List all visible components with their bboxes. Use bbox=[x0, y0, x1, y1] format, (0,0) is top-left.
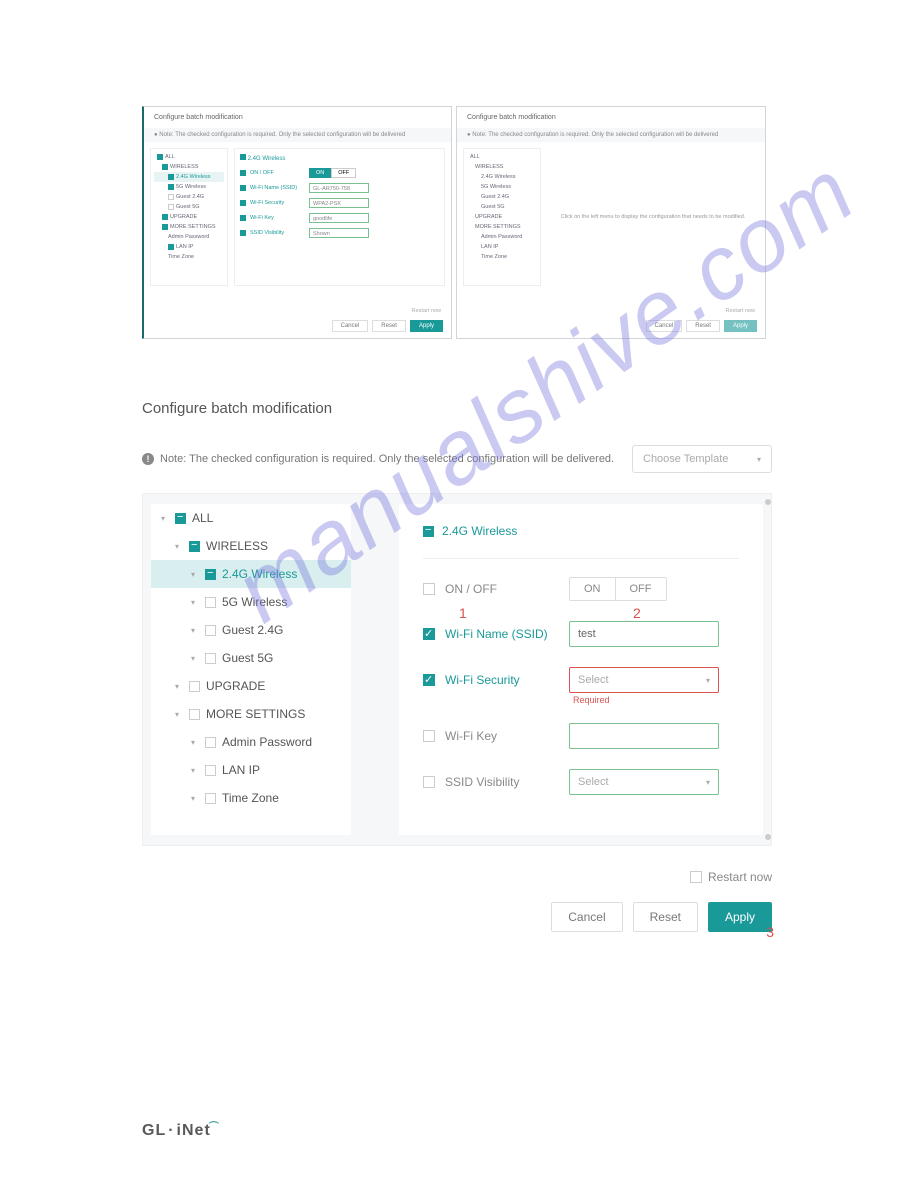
label-onoff: ON / OFF bbox=[445, 582, 565, 596]
chevron-down-icon: ▾ bbox=[757, 455, 761, 464]
checkbox-icon[interactable] bbox=[175, 513, 186, 524]
chevron-down-icon: ▾ bbox=[175, 682, 183, 691]
label-key: Wi-Fi Key bbox=[445, 729, 565, 743]
row-visibility: SSID Visibility Select ▾ bbox=[423, 769, 739, 795]
chevron-down-icon: ▾ bbox=[191, 626, 199, 635]
config-tree: ▾ALL ▾WIRELESS ▾2.4G Wireless ▾5G Wirele… bbox=[151, 504, 351, 835]
row-onoff: ON / OFF ON OFF bbox=[423, 577, 739, 601]
thumb-left-form: 2.4G Wireless ON / OFFONOFF Wi-Fi Name (… bbox=[234, 148, 445, 286]
thumb-right-title: Configure batch modification bbox=[457, 107, 765, 128]
tree-item-guest24[interactable]: ▾Guest 2.4G bbox=[151, 616, 351, 644]
tree-item-5g[interactable]: ▾5G Wireless bbox=[151, 588, 351, 616]
checkbox-restart[interactable] bbox=[690, 871, 702, 883]
tree-item-tz[interactable]: ▾Time Zone bbox=[151, 784, 351, 812]
tree-item-upgrade[interactable]: ▾UPGRADE bbox=[151, 672, 351, 700]
checkbox-icon[interactable] bbox=[189, 541, 200, 552]
chevron-down-icon: ▾ bbox=[191, 794, 199, 803]
annotation-2: 2 bbox=[633, 605, 641, 621]
checkbox-icon[interactable] bbox=[205, 625, 216, 636]
chevron-down-icon: ▾ bbox=[191, 738, 199, 747]
chevron-down-icon: ▾ bbox=[175, 710, 183, 719]
chevron-down-icon: ▾ bbox=[191, 766, 199, 775]
tree-item-wireless[interactable]: ▾WIRELESS bbox=[151, 532, 351, 560]
tree-item-guest5[interactable]: ▾Guest 5G bbox=[151, 644, 351, 672]
toggle-onoff[interactable]: ON OFF bbox=[569, 577, 667, 601]
chevron-down-icon: ▾ bbox=[706, 676, 710, 685]
tree-item-more[interactable]: ▾MORE SETTINGS bbox=[151, 700, 351, 728]
brand-logo: GL·iNet⏜ bbox=[142, 1122, 219, 1140]
thumb-right: Configure batch modification ● Note: The… bbox=[456, 106, 766, 339]
thumb-left-note: ● Note: The checked configuration is req… bbox=[144, 128, 451, 142]
toggle-on[interactable]: ON bbox=[570, 578, 615, 600]
row-security: Wi-Fi Security Select ▾ Required bbox=[423, 667, 739, 693]
checkbox-icon[interactable] bbox=[205, 737, 216, 748]
checkbox-icon[interactable] bbox=[205, 793, 216, 804]
toggle-off[interactable]: OFF bbox=[615, 578, 666, 600]
scroll-bottom-icon[interactable] bbox=[765, 834, 771, 840]
select-security[interactable]: Select ▾ bbox=[569, 667, 719, 693]
chevron-down-icon: ▾ bbox=[161, 514, 169, 523]
thumb-left-tree: ALL WIRELESS 2.4G Wireless 5G Wireless G… bbox=[150, 148, 228, 286]
input-key[interactable] bbox=[569, 723, 719, 749]
row-key: Wi-Fi Key bbox=[423, 723, 739, 749]
checkbox-onoff[interactable] bbox=[423, 583, 435, 595]
chevron-down-icon: ▾ bbox=[191, 570, 199, 579]
cancel-button[interactable]: Cancel bbox=[551, 902, 622, 932]
info-icon: ! bbox=[142, 453, 154, 465]
checkbox-security[interactable] bbox=[423, 674, 435, 686]
main-panel: Configure batch modification ! Note: The… bbox=[142, 400, 772, 932]
chevron-down-icon: ▾ bbox=[175, 542, 183, 551]
note-text: ! Note: The checked configuration is req… bbox=[142, 453, 614, 465]
checkbox-icon[interactable] bbox=[205, 765, 216, 776]
checkbox-icon[interactable] bbox=[189, 709, 200, 720]
checkbox-icon[interactable] bbox=[205, 569, 216, 580]
checkbox-visibility[interactable] bbox=[423, 776, 435, 788]
thumb-left: Configure batch modification ● Note: The… bbox=[142, 106, 452, 339]
chevron-down-icon: ▾ bbox=[706, 778, 710, 787]
choose-template-select[interactable]: Choose Template ▾ bbox=[632, 445, 772, 473]
required-message: Required bbox=[573, 695, 610, 705]
label-visibility: SSID Visibility bbox=[445, 775, 565, 789]
label-security: Wi-Fi Security bbox=[445, 673, 565, 687]
chevron-down-icon: ▾ bbox=[191, 598, 199, 607]
checkbox-ssid[interactable] bbox=[423, 628, 435, 640]
form-title: 2.4G Wireless bbox=[423, 524, 739, 538]
select-visibility[interactable]: Select ▾ bbox=[569, 769, 719, 795]
reset-button[interactable]: Reset bbox=[633, 902, 698, 932]
page-title: Configure batch modification bbox=[142, 400, 772, 417]
thumb-right-tree: ALL WIRELESS 2.4G Wireless 5G Wireless G… bbox=[463, 148, 541, 286]
form-panel: 2.4G Wireless ON / OFF ON OFF 1 2 Wi-Fi … bbox=[399, 504, 763, 835]
thumb-right-note: ● Note: The checked configuration is req… bbox=[457, 128, 765, 142]
footer: Restart now Cancel Reset Apply 3 bbox=[142, 870, 772, 932]
checkbox-icon[interactable] bbox=[205, 653, 216, 664]
wifi-icon: ⏜ bbox=[209, 1122, 220, 1133]
chevron-down-icon: ▾ bbox=[191, 654, 199, 663]
checkbox-icon[interactable] bbox=[189, 681, 200, 692]
tree-item-lan[interactable]: ▾LAN IP bbox=[151, 756, 351, 784]
tree-item-admin[interactable]: ▾Admin Password bbox=[151, 728, 351, 756]
thumbnail-panels: Configure batch modification ● Note: The… bbox=[142, 106, 766, 339]
label-restart: Restart now bbox=[708, 870, 772, 884]
apply-button[interactable]: Apply bbox=[708, 902, 772, 932]
annotation-3: 3 bbox=[766, 924, 774, 940]
thumb-left-title: Configure batch modification bbox=[144, 107, 451, 128]
tree-item-24g[interactable]: ▾2.4G Wireless bbox=[151, 560, 351, 588]
row-ssid: 1 2 Wi-Fi Name (SSID) bbox=[423, 621, 739, 647]
checkbox-icon[interactable] bbox=[205, 597, 216, 608]
input-ssid[interactable] bbox=[569, 621, 719, 647]
checkbox-icon[interactable] bbox=[423, 526, 434, 537]
thumb-right-placeholder: Click on the left menu to display the co… bbox=[547, 148, 759, 286]
label-ssid: Wi-Fi Name (SSID) bbox=[445, 627, 565, 641]
scroll-top-icon[interactable] bbox=[765, 499, 771, 505]
annotation-1: 1 bbox=[459, 605, 467, 621]
tree-item-all[interactable]: ▾ALL bbox=[151, 504, 351, 532]
checkbox-key[interactable] bbox=[423, 730, 435, 742]
